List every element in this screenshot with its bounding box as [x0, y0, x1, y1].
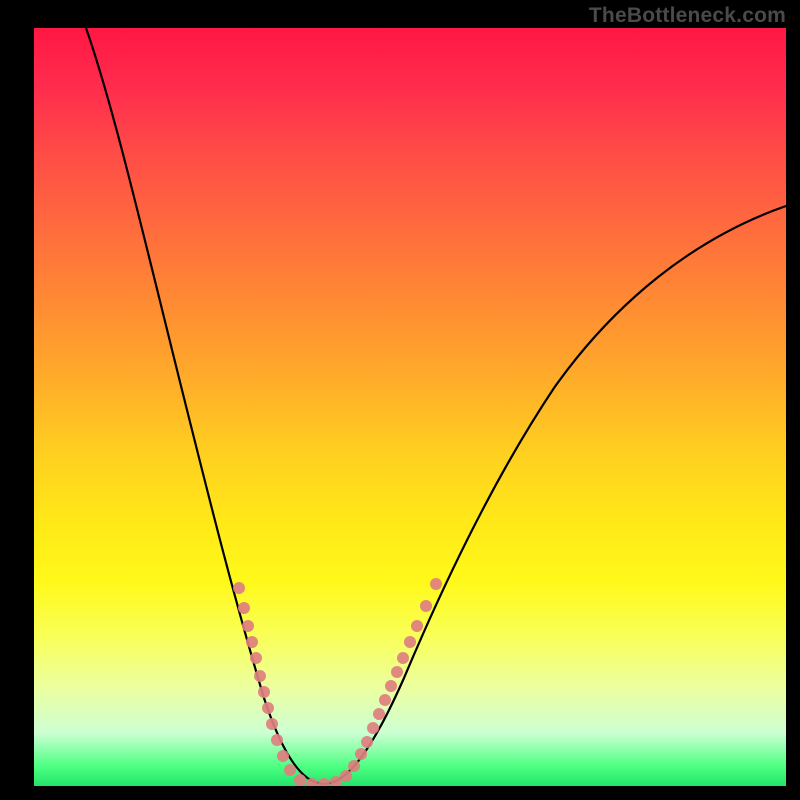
dot-cluster [233, 578, 442, 786]
chart-overlay [34, 28, 786, 786]
chart-frame: TheBottleneck.com [0, 0, 800, 800]
bottleneck-curve [86, 28, 786, 784]
chart-plot-area [34, 28, 786, 786]
attribution-text: TheBottleneck.com [589, 4, 786, 28]
